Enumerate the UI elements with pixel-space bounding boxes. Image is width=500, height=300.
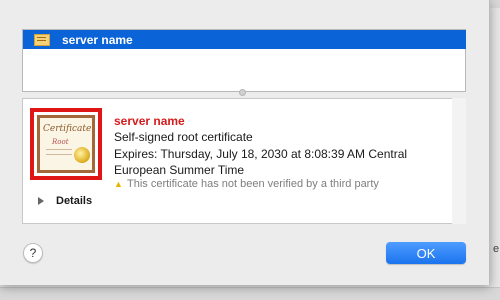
- warning-icon: ▲: [114, 179, 123, 189]
- help-button[interactable]: ?: [23, 243, 43, 263]
- details-label[interactable]: Details: [56, 195, 92, 207]
- split-view-handle[interactable]: [239, 89, 246, 96]
- certificate-small-icon: [34, 33, 50, 46]
- certificate-icon-lettering: Certificate: [43, 124, 92, 134]
- certificate-expiry: Expires: Thursday, July 18, 2030 at 8:08…: [114, 147, 408, 177]
- certificate-warning: ▲ This certificate has not been verified…: [114, 178, 379, 190]
- certificate-list-row-selected[interactable]: server name: [23, 30, 466, 49]
- certificate-list[interactable]: server name: [22, 29, 466, 92]
- disclosure-triangle-icon[interactable]: [38, 197, 44, 205]
- detail-scrollbar[interactable]: [452, 98, 466, 224]
- certificate-type: Self-signed root certificate: [114, 130, 253, 144]
- certificate-icon-lettering-root: Root: [52, 138, 69, 146]
- background-statusbar: [0, 287, 500, 300]
- certificate-sheet: server name Certificate Root server name…: [0, 0, 490, 285]
- certificate-image-highlight: Certificate Root: [30, 108, 102, 180]
- background-text-right: e: [493, 243, 500, 255]
- certificate-warning-text: This certificate has not been verified b…: [127, 178, 379, 190]
- certificate-row-label: server name: [62, 32, 133, 47]
- seal-icon: [74, 147, 90, 163]
- ok-button[interactable]: OK: [386, 242, 466, 264]
- certificate-name: server name: [114, 114, 185, 128]
- certificate-detail-panel: Certificate Root server name Self-signed…: [22, 98, 466, 224]
- certificate-icon: Certificate Root: [37, 115, 95, 173]
- details-disclosure[interactable]: Details: [38, 195, 92, 207]
